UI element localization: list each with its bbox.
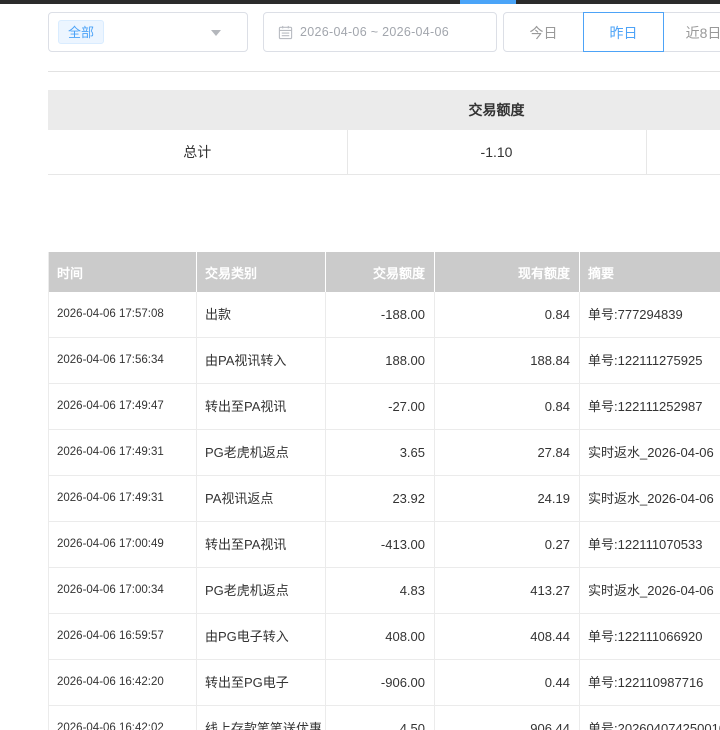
filter-separator	[48, 71, 720, 72]
table-cell: 2026-04-06 17:49:31	[49, 476, 197, 522]
table-cell: 0.44	[435, 660, 580, 706]
table-cell: PG老虎机返点	[197, 430, 326, 476]
table-cell: 单号:122110987716	[580, 660, 720, 706]
category-dropdown[interactable]: 全部	[48, 12, 248, 52]
table-cell: 单号:122111066920	[580, 614, 720, 660]
transactions-table: 时间交易类别交易额度现有额度摘要 2026-04-06 17:57:08出款-1…	[48, 252, 720, 730]
column-header-3: 现有额度	[435, 252, 580, 292]
summary-header-empty	[48, 90, 347, 130]
table-cell: 2026-04-06 17:57:08	[49, 292, 197, 338]
table-cell: 27.84	[435, 430, 580, 476]
table-cell: -188.00	[326, 292, 435, 338]
table-cell: 转出至PA视讯	[197, 522, 326, 568]
table-cell: -413.00	[326, 522, 435, 568]
table-row: 2026-04-06 16:59:57由PG电子转入408.00408.44单号…	[49, 614, 720, 660]
table-cell: 906.44	[435, 706, 580, 730]
table-row: 2026-04-06 17:56:34由PA视讯转入188.00188.84单号…	[49, 338, 720, 384]
table-cell: 2026-04-06 16:42:20	[49, 660, 197, 706]
table-cell: 单号:122111070533	[580, 522, 720, 568]
table-cell: 转出至PA视讯	[197, 384, 326, 430]
table-cell: 实时返水_2026-04-06	[580, 476, 720, 522]
date-range-value: 2026-04-06 ~ 2026-04-06	[300, 25, 449, 39]
table-cell: 2026-04-06 16:59:57	[49, 614, 197, 660]
table-cell: PA视讯返点	[197, 476, 326, 522]
table-cell: PG老虎机返点	[197, 568, 326, 614]
table-cell: 413.27	[435, 568, 580, 614]
table-cell: 0.84	[435, 384, 580, 430]
table-cell: 408.44	[435, 614, 580, 660]
table-cell: 转出至PG电子	[197, 660, 326, 706]
table-cell: 2026-04-06 17:49:31	[49, 430, 197, 476]
transactions-body: 2026-04-06 17:57:08出款-188.000.84单号:77729…	[49, 292, 720, 730]
table-row: 2026-04-06 17:49:31PA视讯返点23.9224.19实时返水_…	[49, 476, 720, 522]
transactions-header-row: 时间交易类别交易额度现有额度摘要	[49, 252, 720, 292]
table-row: 2026-04-06 16:42:02线上存款笔笔送优惠4.50906.44单号…	[49, 706, 720, 730]
table-cell: 188.84	[435, 338, 580, 384]
table-cell: 单号:202604074250010883	[580, 706, 720, 730]
date-range-picker[interactable]: 2026-04-06 ~ 2026-04-06	[263, 12, 497, 52]
caret-down-icon	[211, 30, 221, 36]
table-cell: 2026-04-06 17:00:49	[49, 522, 197, 568]
table-cell: 4.83	[326, 568, 435, 614]
table-cell: 2026-04-06 17:56:34	[49, 338, 197, 384]
table-cell: 单号:777294839	[580, 292, 720, 338]
table-cell: 出款	[197, 292, 326, 338]
summary-header-empty2	[646, 90, 720, 130]
table-cell: -906.00	[326, 660, 435, 706]
topbar-indicator	[460, 0, 516, 4]
table-cell: 23.92	[326, 476, 435, 522]
last-8-days-button[interactable]: 近8日	[663, 12, 720, 52]
table-cell: 2026-04-06 16:42:02	[49, 706, 197, 730]
column-header-2: 交易额度	[326, 252, 435, 292]
table-cell: 0.84	[435, 292, 580, 338]
table-cell: 由PG电子转入	[197, 614, 326, 660]
table-cell: 实时返水_2026-04-06	[580, 430, 720, 476]
table-row: 2026-04-06 17:49:31PG老虎机返点3.6527.84实时返水_…	[49, 430, 720, 476]
table-row: 2026-04-06 17:00:49转出至PA视讯-413.000.27单号:…	[49, 522, 720, 568]
selected-category-tag: 全部	[58, 20, 104, 44]
summary-total-label: 总计	[48, 130, 347, 175]
column-header-0: 时间	[49, 252, 197, 292]
column-header-4: 摘要	[580, 252, 720, 292]
table-row: 2026-04-06 17:57:08出款-188.000.84单号:77729…	[49, 292, 720, 338]
summary-header-amount: 交易额度	[347, 90, 646, 130]
summary-table: 交易额度 总计 -1.10	[48, 90, 720, 175]
today-button[interactable]: 今日	[503, 12, 584, 52]
table-cell: 408.00	[326, 614, 435, 660]
summary-header-row: 交易额度	[48, 90, 720, 130]
table-cell: 3.65	[326, 430, 435, 476]
table-row: 2026-04-06 16:42:20转出至PG电子-906.000.44单号:…	[49, 660, 720, 706]
table-cell: 0.27	[435, 522, 580, 568]
quick-date-button-group: 今日 昨日 近8日	[503, 12, 720, 52]
table-row: 2026-04-06 17:49:47转出至PA视讯-27.000.84单号:1…	[49, 384, 720, 430]
table-cell: 24.19	[435, 476, 580, 522]
calendar-icon	[278, 25, 293, 40]
table-cell: 188.00	[326, 338, 435, 384]
topbar	[0, 0, 720, 4]
table-cell: 单号:122111275925	[580, 338, 720, 384]
table-cell: 4.50	[326, 706, 435, 730]
summary-total-row: 总计 -1.10	[48, 130, 720, 175]
table-cell: -27.00	[326, 384, 435, 430]
table-cell: 2026-04-06 17:49:47	[49, 384, 197, 430]
table-cell: 实时返水_2026-04-06	[580, 568, 720, 614]
table-cell: 线上存款笔笔送优惠	[197, 706, 326, 730]
table-row: 2026-04-06 17:00:34PG老虎机返点4.83413.27实时返水…	[49, 568, 720, 614]
yesterday-button[interactable]: 昨日	[583, 12, 664, 52]
column-header-1: 交易类别	[197, 252, 326, 292]
summary-total-extra	[646, 130, 720, 175]
table-cell: 单号:122111252987	[580, 384, 720, 430]
summary-total-amount: -1.10	[347, 130, 646, 175]
table-cell: 2026-04-06 17:00:34	[49, 568, 197, 614]
table-cell: 由PA视讯转入	[197, 338, 326, 384]
